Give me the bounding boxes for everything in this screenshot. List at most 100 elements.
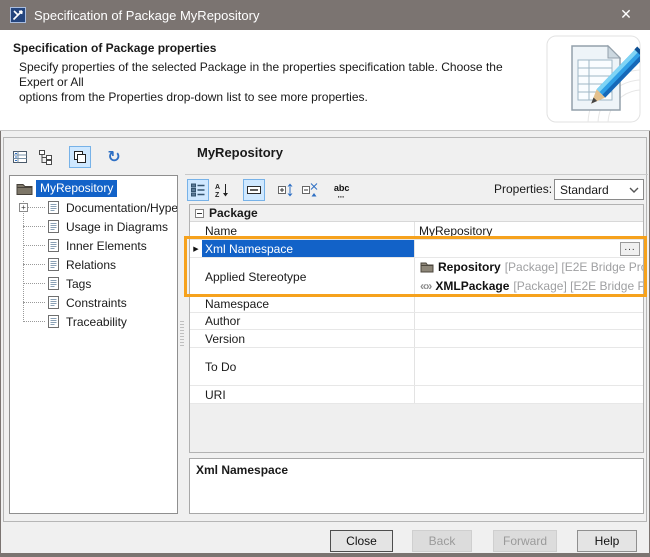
tree-item-inner-elements[interactable]: Inner Elements [10,236,177,255]
tree-item-tags[interactable]: Tags [10,274,177,293]
header-description-line2: options from the Properties drop-down li… [19,90,534,105]
help-button[interactable]: Help [577,530,637,552]
tree-connector [23,264,45,265]
properties-view-button[interactable] [9,146,31,168]
abc-dots-glyph: ... [337,190,344,199]
expand-plus-icon[interactable]: + [19,203,28,212]
tree-item-label: Traceability [66,315,127,329]
property-value[interactable]: ... [414,240,643,257]
properties-label: Properties: [494,182,552,196]
property-label: Version [190,330,414,347]
table-empty-area [190,404,643,452]
group-label: Package [209,206,258,220]
customize-abc-button[interactable]: abc ... [331,179,353,201]
property-description-panel: Xml Namespace [189,458,644,514]
tree-item-documentation-hyperlinks[interactable]: + Documentation/Hyperlinks [10,198,177,217]
property-value[interactable] [414,313,643,329]
spec-tree-panel[interactable]: MyRepository + Documentation/Hyperlinks … [9,175,178,514]
window-title: Specification of Package MyRepository [34,8,259,23]
document-icon [47,200,60,215]
property-row-applied-stereotype[interactable]: Applied Stereotype Repository [Package] … [190,258,643,296]
document-icon [47,257,60,272]
tree-connector [23,226,45,227]
element-title: MyRepository [197,145,283,160]
refresh-icon[interactable]: ↻ [103,146,125,168]
property-label: To Do [190,348,414,385]
specification-dialog: Specification of Package MyRepository ✕ … [0,0,650,557]
header-title: Specification of Package properties [13,41,216,55]
titlebar[interactable]: Specification of Package MyRepository ✕ [0,0,650,30]
properties-dropdown-value: Standard [555,183,625,197]
property-value[interactable] [414,330,643,347]
property-label: Namespace [190,296,414,312]
tree-item-label: Usage in Diagrams [66,220,168,234]
tree-item-relations[interactable]: Relations [10,255,177,274]
stereotype-meta: [Package] [E2E Bridge Profile [513,279,643,293]
property-value[interactable] [414,386,643,403]
app-icon [10,7,26,23]
row-selector-arrow: ▶ [193,245,198,253]
show-description-button[interactable] [243,179,265,201]
properties-dropdown[interactable]: Standard [554,179,644,200]
property-label: Author [190,313,414,329]
close-button[interactable]: Close [330,530,393,552]
row-selector-gutter: ▶ [190,240,202,257]
back-button[interactable]: Back [412,530,472,552]
tree-item-constraints[interactable]: Constraints [10,293,177,312]
property-row-to-do[interactable]: To Do [190,348,643,386]
document-icon [47,238,60,253]
header-description: Specify properties of the selected Packa… [19,60,534,105]
tree-connector [23,321,45,322]
tree-item-traceability[interactable]: Traceability [10,312,177,331]
document-pencil-illustration [546,34,642,124]
left-toolbar: ↻ [9,145,129,169]
tree-view-button[interactable] [35,146,57,168]
guillemets-icon: «» [420,279,431,293]
expand-nodes-button[interactable] [275,179,297,201]
property-row-namespace[interactable]: Namespace [190,296,643,313]
property-value[interactable] [414,348,643,385]
folder-icon [420,261,434,273]
tree-connector [23,245,45,246]
document-icon [47,276,60,291]
property-label: Name [190,222,414,239]
property-row-author[interactable]: Author [190,313,643,330]
property-row-uri[interactable]: URI [190,386,643,404]
tree-item-label: Tags [66,277,91,291]
tree-connector [23,302,45,303]
tree-connector [23,283,45,284]
refresh-glyph: ↻ [107,149,120,165]
description-title: Xml Namespace [196,463,637,477]
stereotype-name: Repository [438,260,501,274]
property-row-version[interactable]: Version [190,330,643,348]
forward-button[interactable]: Forward [493,530,557,552]
document-icon [47,219,60,234]
property-value[interactable]: MyRepository [414,222,643,239]
document-icon [47,314,60,329]
collapse-nodes-button[interactable] [299,179,321,201]
categorized-view-button[interactable] [187,179,209,201]
property-row-name[interactable]: Name MyRepository [190,222,643,240]
property-row-xml-namespace[interactable]: ▶ Xml Namespace ... [190,240,643,258]
collapse-minus-icon[interactable] [195,209,204,218]
tree-root-myrepository[interactable]: MyRepository [10,179,177,198]
document-icon [47,295,60,310]
property-value[interactable]: Repository [Package] [E2E Bridge Profile… [414,258,643,295]
header-panel: Specification of Package properties Spec… [0,30,650,131]
tree-item-label: Documentation/Hyperlinks [66,201,178,215]
standalone-window-button[interactable] [69,146,91,168]
tree-item-label: Constraints [66,296,127,310]
properties-table: Package Name MyRepository ▶ Xml Namespac… [189,204,644,453]
splitter-handle[interactable] [180,321,184,347]
sort-alphabetically-button[interactable]: A Z [211,179,233,201]
tree-item-usage-in-diagrams[interactable]: Usage in Diagrams [10,217,177,236]
sort-z-glyph: Z [215,192,220,198]
close-icon[interactable]: ✕ [612,7,640,23]
header-description-line1: Specify properties of the selected Packa… [19,60,534,90]
tree-item-label: Inner Elements [66,239,147,253]
edit-value-button[interactable]: ... [620,242,640,256]
property-label: URI [190,386,414,403]
sort-a-glyph: A [215,184,220,191]
group-header-package[interactable]: Package [190,205,643,222]
property-value[interactable] [414,296,643,312]
